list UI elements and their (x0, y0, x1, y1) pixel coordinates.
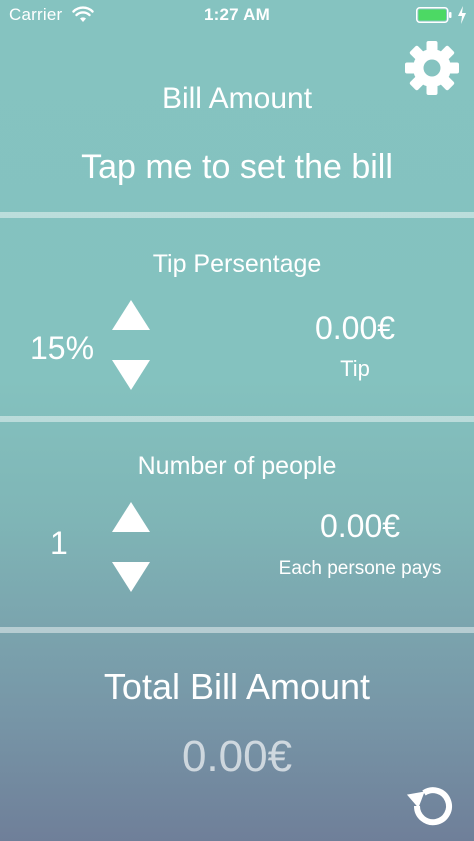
divider (0, 212, 474, 218)
status-time: 1:27 AM (204, 5, 270, 24)
tip-amount-label: Tip (340, 356, 370, 381)
tip-percentage-title: Tip Persentage (152, 250, 322, 278)
total-bill-title: Total Bill Amount (103, 666, 371, 707)
tip-decrease-button[interactable] (110, 358, 152, 392)
people-decrease-button[interactable] (110, 560, 152, 594)
bill-amount-input[interactable]: Tap me to set the bill (0, 148, 474, 187)
each-person-amount-label: Each persone pays (278, 558, 442, 579)
tip-amount-value: 0.00€ (314, 310, 396, 346)
battery-icon (416, 7, 452, 23)
triangle-down-icon (112, 562, 150, 592)
bill-amount-title: Bill Amount (161, 82, 313, 115)
refresh-icon (406, 787, 452, 826)
each-person-amount-value: 0.00€ (319, 508, 401, 544)
charging-bolt-icon (457, 6, 467, 24)
people-increase-button[interactable] (110, 500, 152, 534)
triangle-down-icon (112, 360, 150, 390)
people-count-title: Number of people (137, 452, 337, 480)
total-bill-value: 0.00€ (181, 732, 293, 781)
divider (0, 416, 474, 422)
triangle-up-icon (112, 502, 150, 532)
tip-percentage-value: 15% (30, 330, 95, 366)
status-bar: Carrier 1:27 AM (0, 0, 474, 30)
triangle-up-icon (112, 300, 150, 330)
people-count-value: 1 (50, 525, 68, 561)
divider (0, 627, 474, 633)
reset-button[interactable] (404, 780, 460, 832)
tip-increase-button[interactable] (110, 298, 152, 332)
